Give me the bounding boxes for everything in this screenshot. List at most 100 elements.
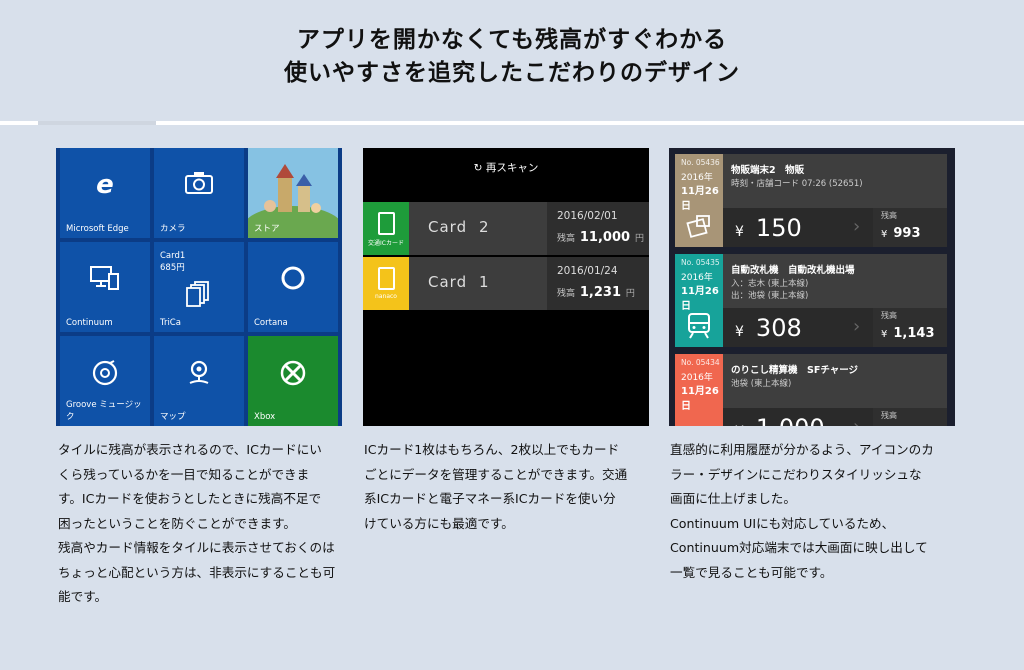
card-type-label: nanaco	[375, 293, 397, 300]
refresh-icon: ↻	[473, 162, 483, 174]
tile-label: Continuum	[66, 318, 113, 328]
history-detail-1: 時刻・店舗コード 07:26 (52651)	[731, 179, 863, 189]
balance-unit: 円	[634, 234, 644, 244]
amount-value: 1,000	[756, 414, 825, 426]
history-balance: 残高 ¥1,143	[873, 308, 947, 347]
history-item[interactable]: No. 05436 2016年 11月26日 物販端末2 物販 時刻・店舗コード…	[675, 154, 947, 247]
card-number: 2	[479, 218, 489, 236]
card-date: 2016/02/01	[557, 210, 618, 222]
history-detail: 入：志木 (東上本線) 出：池袋 (東上本線)	[731, 278, 808, 302]
rescan-label: 再スキャン	[485, 162, 539, 174]
history-detail-1: 入：志木 (東上本線)	[731, 279, 809, 289]
history-title: 自動改札機 自動改札機出場	[731, 265, 855, 276]
caption-line: けている方にも最適です。	[364, 515, 514, 531]
card-type-label: 交通ICカード	[368, 240, 404, 247]
card-name: Card	[428, 273, 468, 291]
caption-line: 能です。	[58, 589, 108, 604]
chevron-right-icon: ›	[853, 316, 861, 337]
history-body: のりこし精算機 SFチャージ 池袋 (東上本線) ¥1,000 › 残高	[723, 354, 947, 426]
nanaco-card-icon: nanaco	[363, 257, 409, 310]
history-balance: 残高 ¥993	[873, 208, 947, 247]
chevron-right-icon: ›	[853, 416, 860, 426]
card-balance: 残高 11,000 円	[557, 230, 644, 245]
balance-unit: 円	[625, 289, 635, 299]
history-detail-2: 出：池袋 (東上本線)	[731, 291, 809, 301]
balance-value: ¥993	[881, 226, 921, 241]
history-item[interactable]: No. 05435 2016年 11月26日 自動改札機 自動改札機出場 入：志…	[675, 254, 947, 347]
card-date: 2016/01/24	[557, 265, 618, 277]
tile-microsoft-edge[interactable]: e Microsoft Edge	[60, 148, 150, 238]
tile-label: Cortana	[254, 318, 288, 328]
tile-label: ストア	[254, 224, 280, 234]
balance-label: 残高	[557, 289, 576, 299]
history-amount: ¥308	[735, 314, 802, 342]
charge-icon	[685, 412, 713, 426]
history-date-side: No. 05434 2016年 11月26日	[675, 354, 723, 426]
history-item[interactable]: No. 05434 2016年 11月26日 のりこし精算機 SFチャージ 池袋…	[675, 354, 947, 426]
history-body: 自動改札機 自動改札機出場 入：志木 (東上本線) 出：池袋 (東上本線) ¥30…	[723, 254, 947, 347]
history-amount-box: ¥1,000 › 残高	[723, 408, 947, 426]
train-icon	[685, 312, 713, 339]
balance-number: 993	[893, 226, 921, 241]
balance-label: 残高	[557, 234, 576, 244]
caption-line: 困ったということを防ぐことができます。	[58, 515, 297, 531]
caption-line: ちょっと心配という方は、非表示にすることも可	[58, 564, 336, 580]
card-info: 2016/02/01 残高 11,000 円	[547, 202, 649, 255]
caption-line: 一覧で見ることも可能です。	[670, 564, 833, 580]
caption-line: Continuum対応端末では大画面に映し出して	[670, 540, 928, 555]
transit-card-icon: 交通ICカード	[363, 202, 409, 255]
caption-line: 残高やカード情報をタイルに表示させておくのは	[58, 540, 335, 555]
history-balance: 残高	[873, 408, 947, 426]
tile-label: カメラ	[160, 224, 186, 234]
tile-camera[interactable]: カメラ	[154, 148, 244, 238]
history-body: 物販端末2 物販 時刻・店舗コード 07:26 (52651) ¥150 › 残…	[723, 154, 947, 247]
history-title: のりこし精算機 SFチャージ	[731, 365, 859, 376]
card-info: 2016/01/24 残高 1,231 円	[547, 257, 649, 310]
tile-card-name: Card1	[160, 251, 186, 261]
camera-icon	[154, 170, 244, 203]
tile-card-balance: 685円	[160, 263, 185, 273]
balance-label: 残高	[881, 311, 897, 320]
rescan-button[interactable]: ↻ 再スキャン	[363, 160, 649, 175]
caption-tiles: タイルに残高が表示されるので、ICカードにい くら残っているかを一目で知ることが…	[58, 438, 348, 610]
card-list-screenshot: ↻ 再スキャン 交通ICカード Card 2 2016/02/01 残高 11,…	[363, 148, 649, 426]
tile-maps[interactable]: マップ	[154, 336, 244, 426]
tile-trica[interactable]: Card1 685円 TriCa	[154, 242, 244, 332]
xbox-icon	[248, 358, 338, 395]
tile-label: Groove ミュージック	[66, 400, 142, 422]
shopping-icon	[685, 212, 713, 238]
history-detail: 時刻・店舗コード 07:26 (52651)	[731, 178, 863, 190]
caption-line: ごとにデータを管理することができます。交通	[364, 466, 628, 482]
history-screenshot: No. 05436 2016年 11月26日 物販端末2 物販 時刻・店舗コード…	[669, 148, 955, 426]
history-detail: 池袋 (東上本線)	[731, 378, 791, 390]
tile-cortana[interactable]: Cortana	[248, 242, 338, 332]
balance-label: 残高	[881, 411, 897, 420]
history-date-side: No. 05436 2016年 11月26日	[675, 154, 723, 247]
caption-history: 直感的に利用履歴が分かるよう、アイコンのカ ラー・デザインにこだわりスタイリッシ…	[670, 438, 970, 585]
maps-icon	[154, 358, 244, 395]
tile-groove-music[interactable]: Groove ミュージック	[60, 336, 150, 426]
history-day: 11月26日	[681, 286, 719, 312]
tile-store[interactable]: ストア	[248, 148, 338, 238]
section-divider	[0, 121, 1024, 125]
balance-value: 11,000	[579, 230, 631, 245]
tile-xbox[interactable]: Xbox	[248, 336, 338, 426]
tile-label: マップ	[160, 412, 186, 422]
amount-value: 150	[755, 214, 802, 242]
history-detail-1: 池袋 (東上本線)	[731, 379, 792, 389]
caption-line: ICカード1枚はもちろん、2枚以上でもカード	[364, 442, 620, 457]
card-balance: 残高 1,231 円	[557, 285, 635, 300]
tile-continuum[interactable]: Continuum	[60, 242, 150, 332]
heading-line-2: 使いやすさを追究したこだわりのデザイン	[284, 60, 740, 86]
heading-line-1: アプリを開かなくても残高がすぐわかる	[296, 27, 728, 53]
trica-icon	[154, 280, 244, 315]
card-row[interactable]: nanaco Card 1 2016/01/24 残高 1,231 円	[363, 257, 649, 310]
card-shape	[378, 267, 395, 290]
caption-line: Continuum UIにも対応しているため、	[670, 515, 895, 531]
card-row[interactable]: 交通ICカード Card 2 2016/02/01 残高 11,000 円	[363, 202, 649, 255]
card-number: 1	[479, 273, 489, 291]
caption-line: くら残っているかを一目で知ることができま	[58, 466, 310, 482]
edge-icon: e	[96, 170, 114, 200]
history-number: No. 05435	[681, 258, 720, 267]
continuum-icon	[60, 264, 150, 299]
